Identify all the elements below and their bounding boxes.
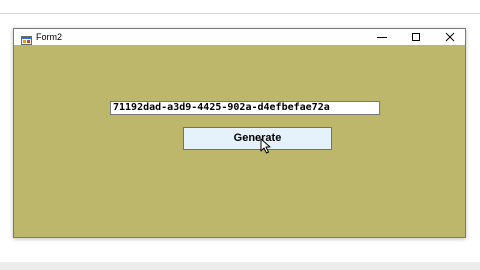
form-window: Form2 71192dad-a3d9-4425-902a-d4efbefae7… [13,28,466,238]
generate-button[interactable]: Generate [183,127,332,150]
minimize-button[interactable] [365,29,399,45]
app-icon [21,32,32,45]
close-icon [445,32,455,42]
maximize-button[interactable] [399,29,433,45]
arrow-pointer-icon [260,138,272,154]
maximize-icon [412,33,420,41]
guid-textbox[interactable]: 71192dad-a3d9-4425-902a-d4efbefae72a [110,101,380,115]
title-bar[interactable]: Form2 [14,29,465,45]
minimize-icon [377,37,387,38]
close-button[interactable] [433,29,467,45]
top-divider [0,13,480,14]
window-title: Form2 [36,32,63,42]
bottom-strip [0,262,480,270]
